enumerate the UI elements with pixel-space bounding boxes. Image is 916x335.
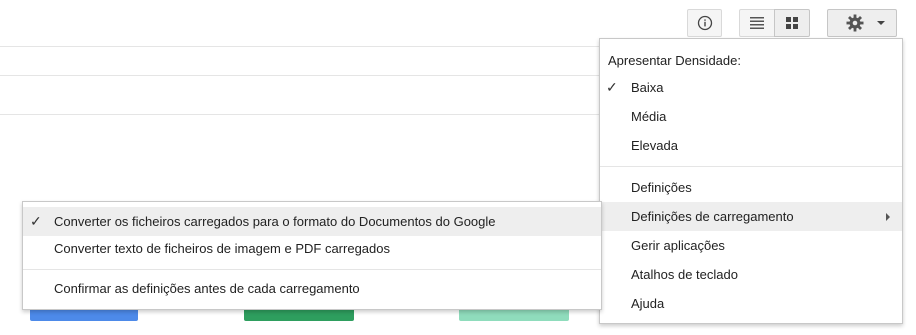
chevron-down-icon — [877, 21, 885, 25]
checkmark-icon: ✓ — [30, 213, 42, 229]
menu-item-help[interactable]: Ajuda — [600, 289, 902, 318]
list-divider — [0, 114, 600, 115]
density-option-baixa[interactable]: ✓ Baixa — [600, 73, 902, 102]
menu-item-keyboard-shortcuts[interactable]: Atalhos de teclado — [600, 260, 902, 289]
menu-item-upload-settings[interactable]: Definições de carregamento — [600, 202, 902, 231]
density-header: Apresentar Densidade: — [600, 46, 902, 75]
grid-view-icon — [786, 17, 798, 29]
menu-item-label: Atalhos de teclado — [631, 267, 738, 282]
submenu-item-confirm-settings[interactable]: Confirmar as definições antes de cada ca… — [23, 274, 601, 303]
settings-menu: Apresentar Densidade: ✓ Baixa Média Elev… — [599, 38, 903, 324]
upload-settings-submenu: ✓ Converter os ficheiros carregados para… — [22, 201, 602, 310]
menu-item-definicoes[interactable]: Definições — [600, 173, 902, 202]
submenu-arrow-icon — [886, 213, 890, 221]
list-divider — [0, 46, 600, 47]
submenu-item-convert-docs[interactable]: ✓ Converter os ficheiros carregados para… — [23, 207, 601, 236]
submenu-item-label: Confirmar as definições antes de cada ca… — [54, 281, 360, 296]
grid-view-button[interactable] — [774, 9, 810, 37]
list-divider — [0, 75, 600, 76]
density-option-elevada[interactable]: Elevada — [600, 131, 902, 160]
density-option-label: Baixa — [631, 80, 664, 95]
submenu-item-label: Converter texto de ficheiros de imagem e… — [54, 241, 390, 256]
density-header-label: Apresentar Densidade: — [608, 53, 741, 68]
menu-item-label: Definições de carregamento — [631, 209, 794, 224]
list-view-icon — [750, 17, 764, 29]
menu-item-manage-apps[interactable]: Gerir aplicações — [600, 231, 902, 260]
info-button[interactable] — [687, 9, 722, 37]
density-option-media[interactable]: Média — [600, 102, 902, 131]
info-circle-icon — [697, 15, 712, 31]
menu-item-label: Ajuda — [631, 296, 665, 311]
menu-item-label: Gerir aplicações — [631, 238, 725, 253]
checkmark-icon: ✓ — [606, 79, 618, 95]
settings-button[interactable] — [827, 9, 897, 37]
submenu-item-label: Converter os ficheiros carregados para o… — [54, 214, 496, 229]
menu-separator — [600, 166, 902, 167]
menu-separator — [23, 269, 601, 270]
density-option-label: Elevada — [631, 138, 678, 153]
gear-icon — [846, 14, 864, 32]
menu-item-label: Definições — [631, 180, 692, 195]
density-option-label: Média — [631, 109, 667, 124]
submenu-item-convert-ocr[interactable]: Converter texto de ficheiros de imagem e… — [23, 234, 601, 263]
list-view-button[interactable] — [739, 9, 775, 37]
